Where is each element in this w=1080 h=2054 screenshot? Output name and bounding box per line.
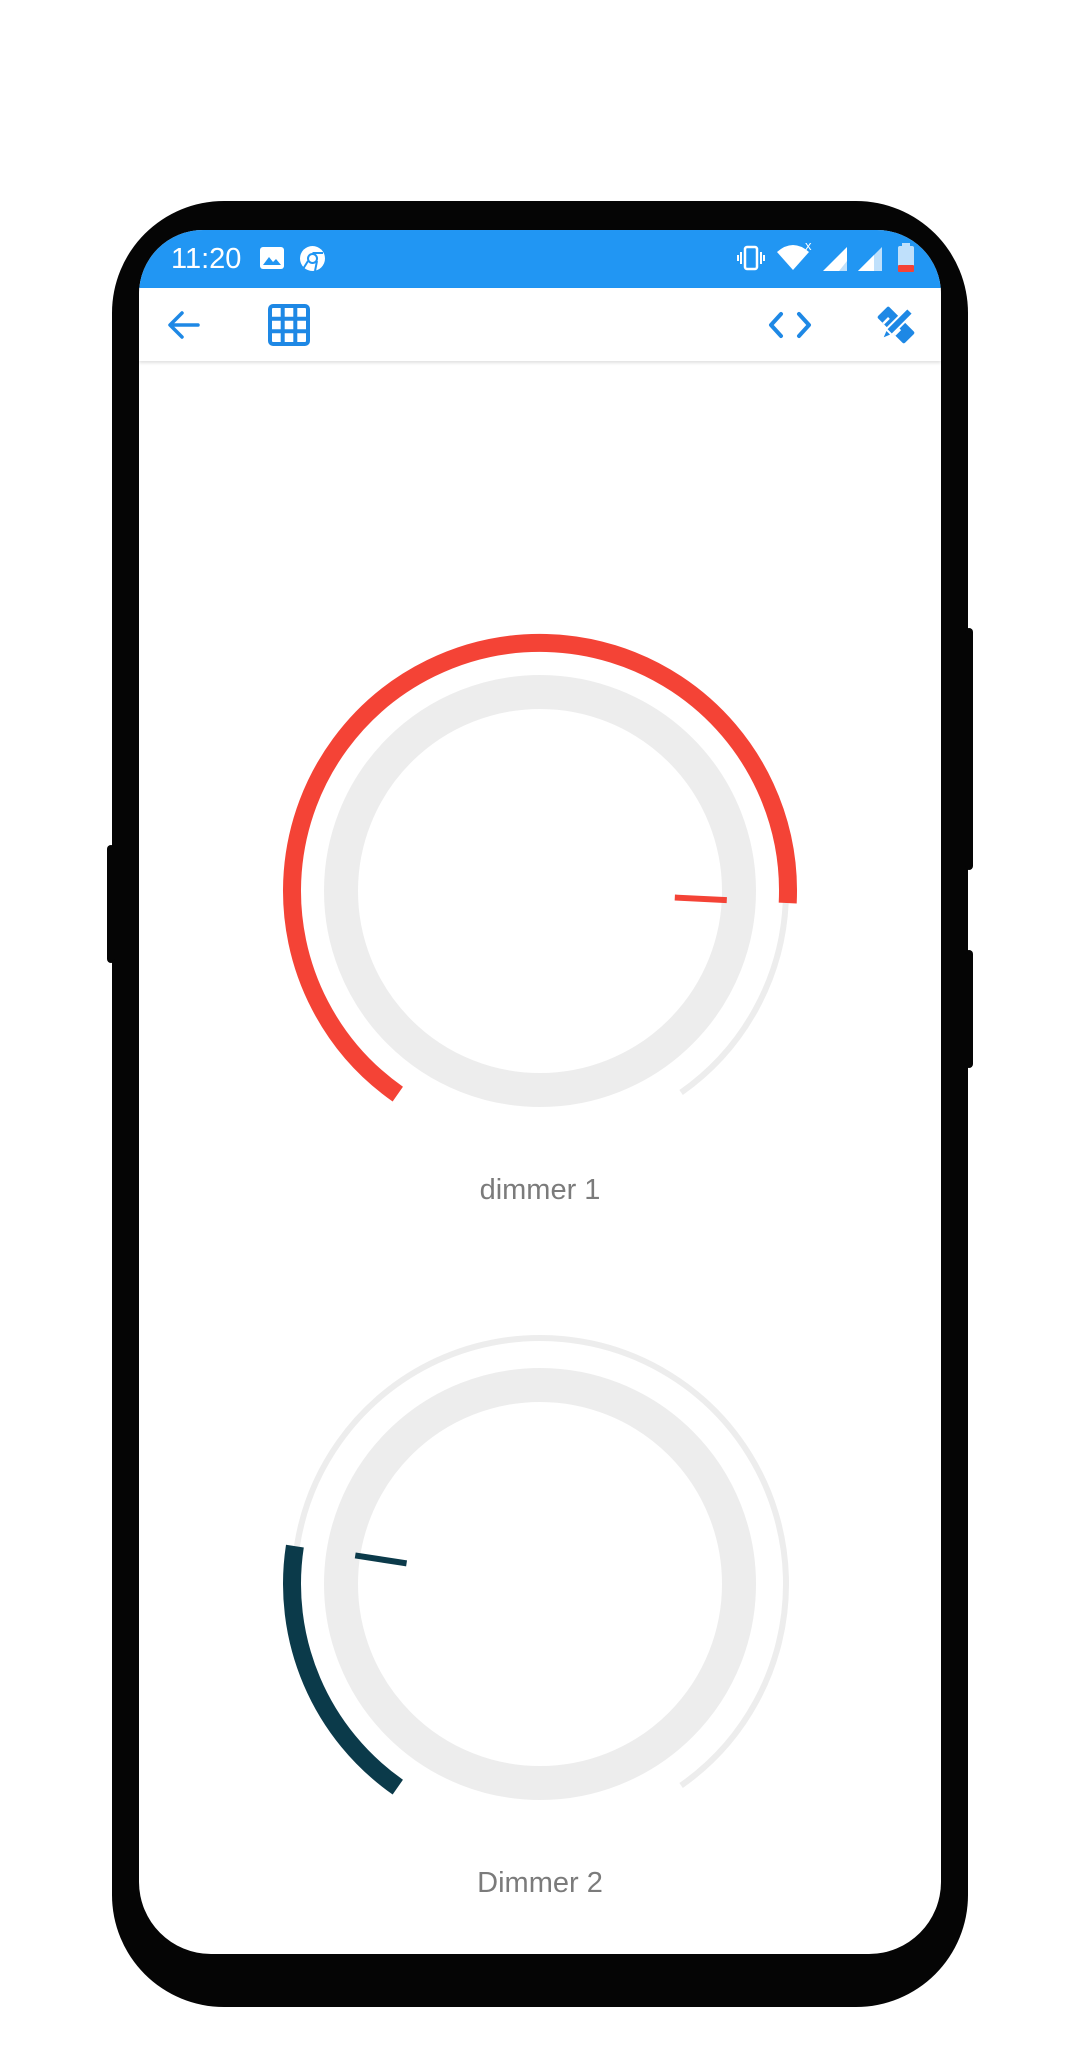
code-icon bbox=[769, 311, 811, 338]
grid-icon bbox=[268, 303, 310, 346]
dimmer-pointer[interactable] bbox=[674, 894, 727, 904]
dimmer-knob-face bbox=[324, 675, 756, 1107]
chrome-icon bbox=[299, 245, 326, 277]
dashboard-content: dimmer 1 Dimmer 2 bbox=[139, 361, 941, 1954]
signal-2-icon bbox=[856, 244, 884, 277]
svg-text:x: x bbox=[805, 240, 812, 253]
vibrate-icon bbox=[737, 244, 765, 277]
design-tools-icon bbox=[877, 306, 915, 343]
phone-volume-button bbox=[107, 845, 115, 963]
back-button[interactable] bbox=[144, 288, 224, 361]
dimmer-2-label: Dimmer 2 bbox=[477, 1867, 603, 1899]
design-button[interactable] bbox=[856, 288, 936, 361]
phone-power-button bbox=[965, 628, 973, 870]
phone-side-button bbox=[965, 950, 973, 1068]
status-bar: 11:20 x bbox=[139, 230, 941, 288]
status-time: 11:20 bbox=[171, 243, 242, 275]
dimmer-knob[interactable] bbox=[139, 611, 941, 1171]
grid-button[interactable] bbox=[249, 288, 329, 361]
dimmer-1-label: dimmer 1 bbox=[479, 1174, 601, 1206]
toolbar bbox=[139, 288, 941, 361]
dimmer-knob-face bbox=[324, 1368, 756, 1800]
code-button[interactable] bbox=[750, 288, 830, 361]
arrow-back-icon bbox=[168, 310, 200, 339]
dimmer-level-arc[interactable] bbox=[283, 633, 797, 1102]
dimmer-track bbox=[293, 1334, 789, 1788]
app-screen: 11:20 x dimmer 1 Dimmer 2 bbox=[139, 230, 941, 1954]
dimmer-knob[interactable] bbox=[139, 1304, 941, 1864]
battery-low-icon bbox=[897, 243, 915, 278]
wifi-icon: x bbox=[775, 238, 815, 277]
signal-1-icon bbox=[821, 244, 849, 277]
dimmer-pointer[interactable] bbox=[354, 1552, 408, 1567]
image-icon bbox=[260, 247, 284, 274]
